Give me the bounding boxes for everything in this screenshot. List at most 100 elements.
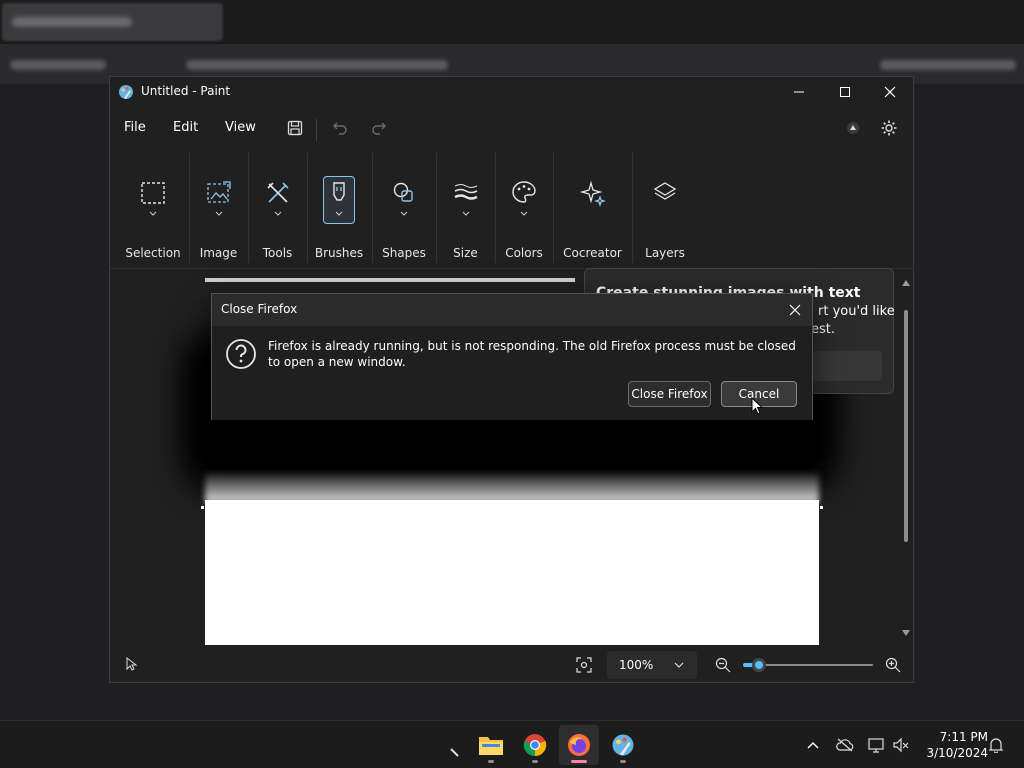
save-button[interactable] [285,118,305,138]
ribbon-group-brushes[interactable]: Brushes [308,149,370,269]
speaker-muted-icon [893,737,909,753]
onedrive-tray-button[interactable] [835,735,855,755]
paint-app-icon [119,85,133,99]
size-icon [453,184,478,200]
ribbon-group-colors[interactable]: Colors [496,149,552,269]
dialog-titlebar[interactable]: Close Firefox [212,294,812,326]
running-indicator [532,760,538,763]
close-firefox-button[interactable]: Close Firefox [628,381,711,407]
clock-date: 3/10/2024 [926,746,988,760]
zoom-value: 100% [619,658,654,672]
ribbon-toolbar: Selection Image Tools Brushes Shapes Siz… [110,149,913,269]
dialog-message: Firefox is already running, but is not r… [268,339,796,369]
ribbon-group-image[interactable]: Image [190,149,247,269]
question-icon [226,339,256,369]
zoom-out-icon[interactable] [715,657,731,673]
running-indicator [620,760,626,763]
menu-view[interactable]: View [225,120,256,135]
active-indicator [571,760,587,763]
account-icon [847,122,859,134]
zoom-dropdown[interactable]: 100% [607,651,697,679]
maximize-icon [840,87,850,97]
cursor-position-icon [126,657,138,671]
background-pill [10,60,106,70]
bell-icon [988,738,1004,753]
minimize-icon [794,91,804,93]
ribbon-group-cocreator[interactable]: Cocreator [554,149,631,269]
redo-icon [372,122,386,135]
notifications-button[interactable] [986,735,1006,755]
background-tab-text [12,17,132,27]
firefox-taskbar-button[interactable] [559,725,599,765]
ribbon-label-brushes: Brushes [314,246,364,260]
chevron-up-icon [807,742,819,749]
dialog-body: Firefox is already running, but is not r… [212,326,812,420]
redo-button[interactable] [369,118,389,138]
tools-icon [266,182,289,203]
brush-icon [333,182,345,201]
chevron-down-icon [215,211,222,216]
zoom-in-icon[interactable] [885,657,901,673]
ribbon-label-colors: Colors [505,246,543,260]
palette-icon [512,181,536,203]
ribbon-label-image: Image [199,246,238,260]
folder-icon [479,737,503,755]
chevron-down-icon [674,662,684,668]
gear-icon [881,120,897,136]
close-window-button[interactable] [867,77,913,107]
show-hidden-icons-button[interactable] [803,735,823,755]
zoom-slider-thumb[interactable] [752,658,766,672]
mouse-pointer-icon [751,397,763,415]
fit-to-window-icon[interactable] [576,657,592,673]
layers-icon [653,182,677,200]
ribbon-group-selection[interactable]: Selection [118,149,188,269]
drawing-canvas[interactable] [205,500,819,645]
canvas-resize-handle[interactable] [201,506,204,509]
undo-icon [333,122,347,135]
taskbar-clock[interactable]: 7:11 PM 3/10/2024 [916,729,988,761]
firefox-icon [568,734,590,756]
settings-button[interactable] [879,118,899,138]
vertical-scrollbar[interactable] [900,270,912,640]
ribbon-group-tools[interactable]: Tools [249,149,306,269]
ribbon-label-shapes: Shapes [382,246,426,260]
sparkle-icon [579,180,606,207]
menu-file[interactable]: File [124,120,146,135]
zoom-slider[interactable] [743,658,873,672]
scroll-down-icon[interactable] [902,630,910,636]
image-icon [206,181,231,203]
teaching-tip-text: rt you'd like [818,304,895,319]
ribbon-group-size[interactable]: Size [437,149,494,269]
clock-time: 7:11 PM [939,730,988,744]
dialog-title: Close Firefox [221,302,298,316]
dialog-close-button[interactable] [784,299,806,321]
canvas-resize-handle[interactable] [820,506,823,509]
chrome-taskbar-button[interactable] [515,725,555,765]
menu-separator [316,119,317,141]
close-firefox-dialog: Close Firefox Firefox is already running… [211,293,813,420]
menu-edit[interactable]: Edit [173,120,198,135]
shapes-icon [393,182,413,202]
canvas-shadow-gradient [205,473,819,503]
save-icon [287,120,303,136]
account-button[interactable] [843,118,863,138]
undo-button[interactable] [330,118,350,138]
file-explorer-taskbar-button[interactable] [471,725,511,765]
chevron-down-icon [274,211,281,216]
ribbon-group-shapes[interactable]: Shapes [373,149,435,269]
scrollbar-thumb[interactable] [904,310,908,542]
maximize-button[interactable] [822,77,868,107]
paint-taskbar-button[interactable] [603,725,643,765]
chevron-down-icon [520,211,528,216]
window-title: Untitled - Paint [141,84,231,98]
background-window-titlebar [0,0,1024,44]
title-bar[interactable]: Untitled - Paint [110,77,913,107]
selection-icon [141,182,165,204]
volume-tray-button[interactable] [891,735,911,755]
teaching-tip-text: est. [811,322,836,337]
minimize-button[interactable] [776,77,822,107]
background-tab [2,3,223,41]
network-tray-button[interactable] [867,735,887,755]
scroll-up-icon[interactable] [902,280,910,286]
ribbon-group-layers[interactable]: Layers [633,149,697,269]
